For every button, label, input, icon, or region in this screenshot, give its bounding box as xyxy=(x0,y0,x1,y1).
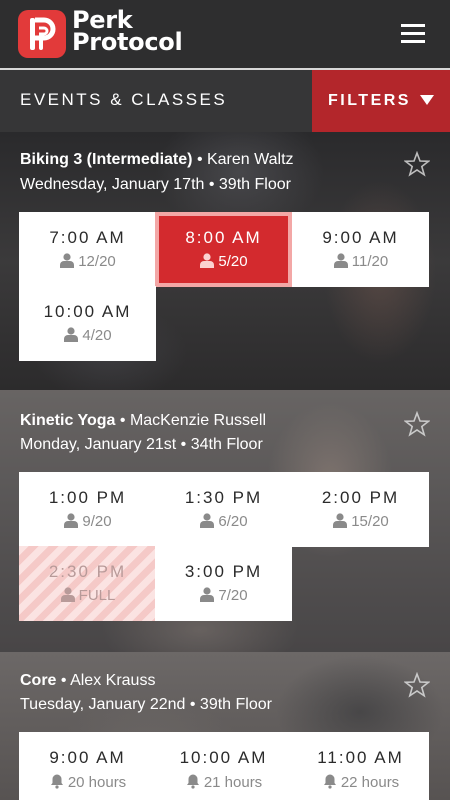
section-bar: EVENTS & CLASSES FILTERS xyxy=(0,70,450,132)
time-slot[interactable]: 1:00 PM 9/20 xyxy=(19,472,156,547)
slot-reminder: 20 hours xyxy=(19,773,156,791)
event-name: Biking 3 (Intermediate) xyxy=(20,151,193,168)
slot-capacity-value: 12/20 xyxy=(78,253,116,270)
event-date: Wednesday, January 17th • 39th Floor xyxy=(20,176,291,193)
time-slot[interactable]: 9:00 AM 11/20 xyxy=(292,212,429,287)
time-slot[interactable]: 1:30 PM 6/20 xyxy=(155,472,292,547)
event-date: Tuesday, January 22nd • 39th Floor xyxy=(20,696,272,713)
event-card-core: Core • Alex Krauss Tuesday, January 22nd… xyxy=(0,652,450,800)
favorite-star-icon[interactable] xyxy=(404,411,430,437)
person-icon xyxy=(200,513,215,528)
slot-reminder: 21 hours xyxy=(155,773,292,791)
person-icon xyxy=(200,587,215,602)
slot-time: 11:00 AM xyxy=(317,748,404,767)
event-instructor: • Alex Krauss xyxy=(60,672,156,689)
slot-capacity-value: FULL xyxy=(78,587,116,604)
time-slot[interactable]: 11:00 AM 22 hours xyxy=(292,732,429,800)
filters-label: FILTERS xyxy=(328,92,411,109)
person-icon xyxy=(333,253,348,268)
bell-icon xyxy=(50,774,63,789)
slot-capacity: 15/20 xyxy=(292,513,429,530)
favorite-star-icon[interactable] xyxy=(404,151,430,177)
caret-down-icon xyxy=(420,95,434,105)
brand-line-2: Protocol xyxy=(72,28,183,56)
time-slot[interactable]: 2:00 PM 15/20 xyxy=(292,472,429,547)
slot-capacity: 5/20 xyxy=(159,253,288,270)
slot-capacity: 4/20 xyxy=(19,327,156,344)
slot-time: 1:30 PM xyxy=(184,488,263,507)
perk-protocol-logo-icon[interactable] xyxy=(18,10,66,58)
time-slot-full: 2:30 PM FULL xyxy=(19,546,156,621)
brand-name: Perk Protocol xyxy=(72,8,183,56)
slot-capacity-value: 4/20 xyxy=(82,327,112,344)
time-slot[interactable]: 7:00 AM 12/20 xyxy=(19,212,156,287)
person-icon xyxy=(333,513,348,528)
slot-capacity: FULL xyxy=(19,587,156,604)
slot-reminder-value: 21 hours xyxy=(203,774,263,791)
event-card-kinetic-yoga: Kinetic Yoga • MacKenzie Russell Monday,… xyxy=(0,390,450,652)
slot-capacity-value: 9/20 xyxy=(82,513,112,530)
time-slot[interactable]: 10:00 AM 4/20 xyxy=(19,286,156,361)
event-instructor: • Karen Waltz xyxy=(196,151,294,168)
event-card-biking: Biking 3 (Intermediate) • Karen Waltz We… xyxy=(0,132,450,390)
bell-icon xyxy=(186,774,199,789)
event-name: Core xyxy=(20,672,57,689)
app-header: Perk Protocol xyxy=(0,0,450,68)
slot-time: 10:00 AM xyxy=(179,748,268,767)
slot-capacity-value: 7/20 xyxy=(218,587,248,604)
slot-capacity: 9/20 xyxy=(19,513,156,530)
slot-time: 2:00 PM xyxy=(321,488,400,507)
slot-capacity: 6/20 xyxy=(155,513,292,530)
slot-reminder-value: 22 hours xyxy=(340,774,400,791)
slot-time: 7:00 AM xyxy=(49,228,126,247)
slot-reminder: 22 hours xyxy=(292,773,429,791)
slot-reminder-value: 20 hours xyxy=(67,774,127,791)
page-title: EVENTS & CLASSES xyxy=(20,90,228,109)
slot-capacity: 12/20 xyxy=(19,253,156,270)
person-icon xyxy=(64,513,79,528)
person-icon xyxy=(200,253,215,268)
event-name: Kinetic Yoga xyxy=(20,412,116,429)
slot-capacity-value: 11/20 xyxy=(351,253,389,270)
slot-capacity: 11/20 xyxy=(292,253,429,270)
event-title-line: Core • Alex Krauss xyxy=(20,672,155,690)
person-icon xyxy=(64,327,79,342)
slot-time: 1:00 PM xyxy=(48,488,127,507)
event-instructor: • MacKenzie Russell xyxy=(119,412,266,429)
event-title-line: Biking 3 (Intermediate) • Karen Waltz xyxy=(20,151,294,169)
slot-time: 10:00 AM xyxy=(43,302,132,321)
slot-capacity-value: 5/20 xyxy=(218,253,248,270)
event-title-line: Kinetic Yoga • MacKenzie Russell xyxy=(20,412,266,430)
slot-time: 3:00 PM xyxy=(184,562,263,581)
time-slot[interactable]: 9:00 AM 20 hours xyxy=(19,732,156,800)
slot-capacity-value: 6/20 xyxy=(218,513,248,530)
favorite-star-icon[interactable] xyxy=(404,672,430,698)
slot-capacity-value: 15/20 xyxy=(351,513,389,530)
filters-button[interactable]: FILTERS xyxy=(312,70,450,132)
time-slot[interactable]: 10:00 AM 21 hours xyxy=(155,732,292,800)
slot-time: 8:00 AM xyxy=(185,228,262,247)
slot-time: 9:00 AM xyxy=(322,228,399,247)
person-icon xyxy=(60,587,75,602)
slot-time: 2:30 PM xyxy=(48,562,127,581)
bell-icon xyxy=(323,774,336,789)
slot-time: 9:00 AM xyxy=(49,748,126,767)
time-slot[interactable]: 3:00 PM 7/20 xyxy=(155,546,292,621)
slot-capacity: 7/20 xyxy=(155,587,292,604)
event-date: Monday, January 21st • 34th Floor xyxy=(20,436,263,453)
hamburger-menu-icon[interactable] xyxy=(401,24,427,46)
person-icon xyxy=(60,253,75,268)
time-slot-selected[interactable]: 8:00 AM 5/20 xyxy=(155,212,292,287)
